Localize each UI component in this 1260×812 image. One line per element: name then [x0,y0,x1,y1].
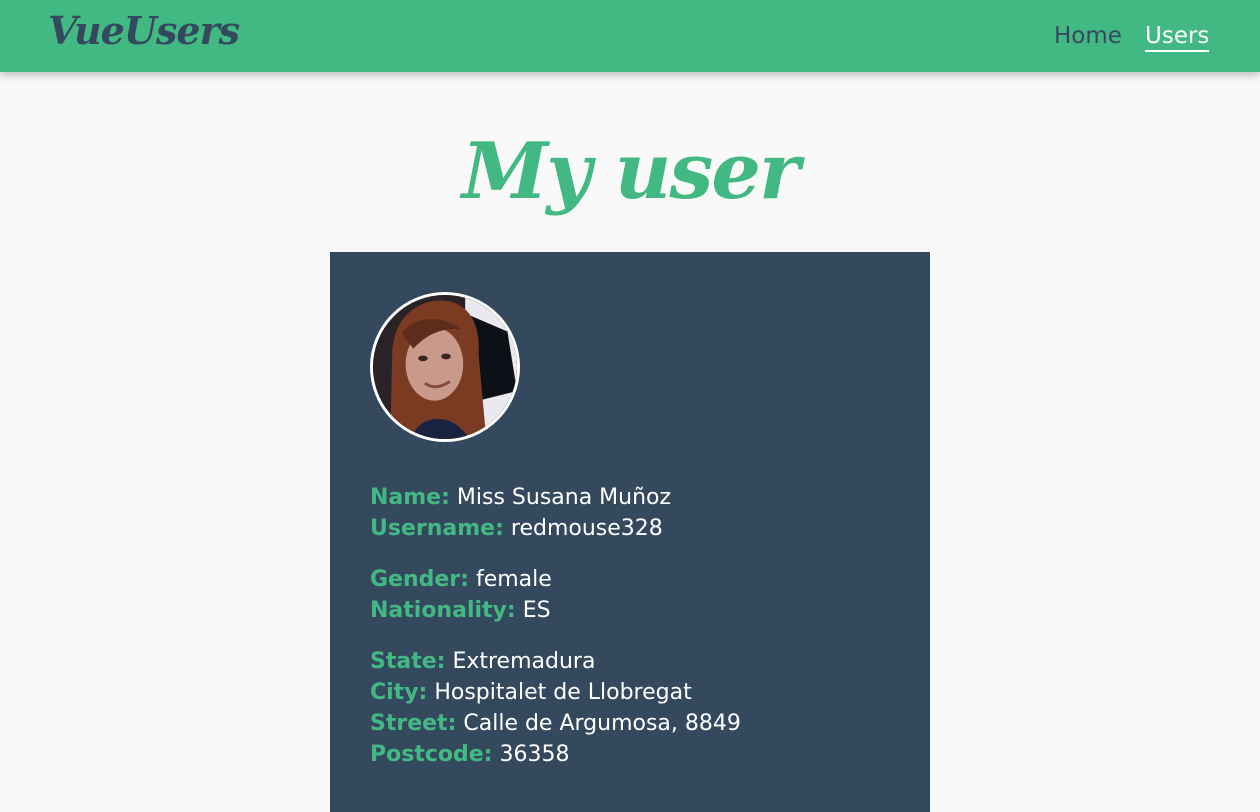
name-value: Miss Susana Muñoz [456,485,672,510]
street-label: Street: [370,711,457,736]
demographics-group: Gender: female Nationality: ES [370,564,890,626]
street-row: Street: Calle de Argumosa, 8849 [370,708,890,739]
brand-logo[interactable]: VueUsers [48,8,240,53]
nationality-value: ES [522,598,551,623]
nav-link-home[interactable]: Home [1054,22,1122,50]
username-label: Username: [370,516,504,541]
username-row: Username: redmouse328 [370,513,890,544]
state-label: State: [370,649,446,674]
name-label: Name: [370,485,450,510]
postcode-value: 36358 [499,742,570,767]
street-value: Calle de Argumosa, 8849 [463,711,741,736]
postcode-row: Postcode: 36358 [370,739,890,770]
address-group: State: Extremadura City: Hospitalet de L… [370,646,890,770]
user-card: Name: Miss Susana Muñoz Username: redmou… [330,252,930,812]
top-navbar: VueUsers Home Users [0,0,1260,72]
username-value: redmouse328 [510,516,663,541]
state-row: State: Extremadura [370,646,890,677]
user-details: Name: Miss Susana Muñoz Username: redmou… [370,482,890,790]
gender-value: female [475,567,552,592]
state-value: Extremadura [452,649,596,674]
gender-row: Gender: female [370,564,890,595]
identity-group: Name: Miss Susana Muñoz Username: redmou… [370,482,890,544]
city-row: City: Hospitalet de Llobregat [370,677,890,708]
nav-link-users[interactable]: Users [1145,22,1210,52]
gender-label: Gender: [370,567,469,592]
name-row: Name: Miss Susana Muñoz [370,482,890,513]
nationality-label: Nationality: [370,598,516,623]
postcode-label: Postcode: [370,742,493,767]
city-label: City: [370,680,428,705]
avatar [370,292,520,442]
city-value: Hospitalet de Llobregat [434,680,692,705]
user-photo-icon [373,295,517,439]
nationality-row: Nationality: ES [370,595,890,626]
page-title: My user [461,126,800,217]
